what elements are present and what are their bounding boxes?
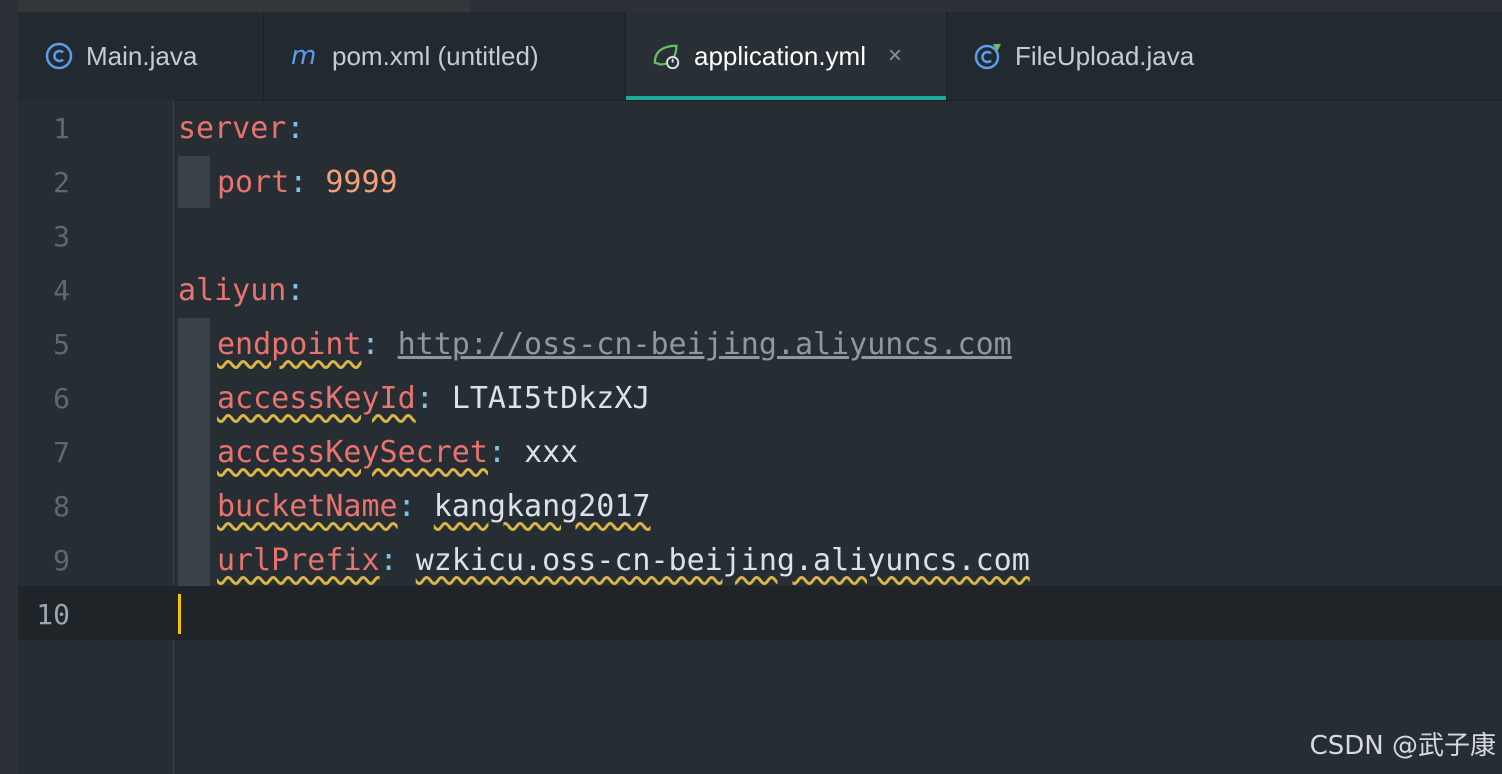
tab-application-yml[interactable]: application.yml × — [626, 12, 947, 100]
yaml-value: xxx — [524, 435, 579, 470]
tab-label: FileUpload.java — [1015, 40, 1195, 71]
tab-label: pom.xml (untitled) — [332, 40, 539, 71]
yaml-key: port — [217, 165, 290, 200]
line-number-current: 10 — [36, 598, 70, 631]
tab-pom-xml[interactable]: m pom.xml (untitled) — [264, 12, 626, 100]
title-strip-segment — [0, 0, 470, 12]
current-line-highlight — [18, 586, 1502, 640]
yaml-value: LTAI5tDkzXJ — [451, 381, 651, 416]
svg-text:m: m — [291, 42, 316, 70]
yaml-key: server — [178, 111, 287, 146]
code-line-8[interactable]: bucketName: kangkang2017 — [217, 480, 651, 534]
maven-icon: m — [290, 41, 320, 71]
yaml-colon: : — [286, 273, 305, 308]
line-number: 3 — [53, 220, 70, 253]
code-line-5[interactable]: endpoint: http://oss-cn-beijing.aliyuncs… — [217, 318, 1012, 372]
yaml-key: bucketName — [217, 489, 398, 524]
tab-fileupload-java[interactable]: FileUpload.java — [947, 12, 1247, 100]
code-line-1[interactable]: server: — [178, 102, 304, 156]
line-number: 9 — [53, 544, 70, 577]
yaml-colon: : — [487, 435, 506, 470]
tab-label: application.yml — [694, 40, 866, 71]
java-class-icon — [44, 41, 74, 71]
line-number: 7 — [53, 436, 70, 469]
title-strip — [0, 0, 1502, 12]
yaml-url-value[interactable]: http://oss-cn-beijing.aliyuncs.com — [398, 327, 1012, 362]
indent-guide — [178, 318, 210, 586]
code-line-7[interactable]: accessKeySecret: xxx — [217, 426, 578, 480]
line-number: 6 — [53, 382, 70, 415]
editor-tab-bar: Main.java m pom.xml (untitled) applicati… — [18, 12, 1502, 101]
line-number: 8 — [53, 490, 70, 523]
tool-window-strip — [0, 0, 18, 774]
code-line-4[interactable]: aliyun: — [178, 264, 304, 318]
yaml-value: 9999 — [325, 165, 398, 200]
line-number: 2 — [53, 166, 70, 199]
tab-main-java[interactable]: Main.java — [18, 12, 264, 100]
yaml-colon: : — [397, 489, 416, 524]
yaml-value: kangkang2017 — [433, 489, 651, 524]
yaml-colon: : — [379, 543, 398, 578]
tab-label: Main.java — [86, 40, 198, 71]
watermark: CSDN @武子康 — [1309, 731, 1496, 761]
spring-class-icon — [973, 41, 1003, 71]
spring-config-icon — [652, 41, 682, 71]
indent-guide — [178, 156, 210, 208]
yaml-colon: : — [286, 111, 305, 146]
close-tab-icon[interactable]: × — [888, 42, 902, 70]
line-number: 5 — [53, 328, 70, 361]
code-line-2[interactable]: port: 9999 — [217, 156, 398, 210]
yaml-key: endpoint — [217, 327, 362, 362]
line-number: 1 — [53, 112, 70, 145]
yaml-value: wzkicu.oss-cn-beijing.aliyuncs.com — [415, 543, 1030, 578]
code-line-9[interactable]: urlPrefix: wzkicu.oss-cn-beijing.aliyunc… — [217, 534, 1030, 588]
line-number: 4 — [53, 274, 70, 307]
code-line-6[interactable]: accessKeyId: LTAI5tDkzXJ — [217, 372, 651, 426]
yaml-key: accessKeySecret — [217, 435, 488, 470]
yaml-colon: : — [415, 381, 434, 416]
yaml-colon: : — [361, 327, 380, 362]
yaml-key: aliyun — [178, 273, 287, 308]
yaml-key: accessKeyId — [217, 381, 416, 416]
yaml-key: urlPrefix — [217, 543, 380, 578]
text-caret — [178, 594, 181, 634]
yaml-colon: : — [289, 165, 308, 200]
